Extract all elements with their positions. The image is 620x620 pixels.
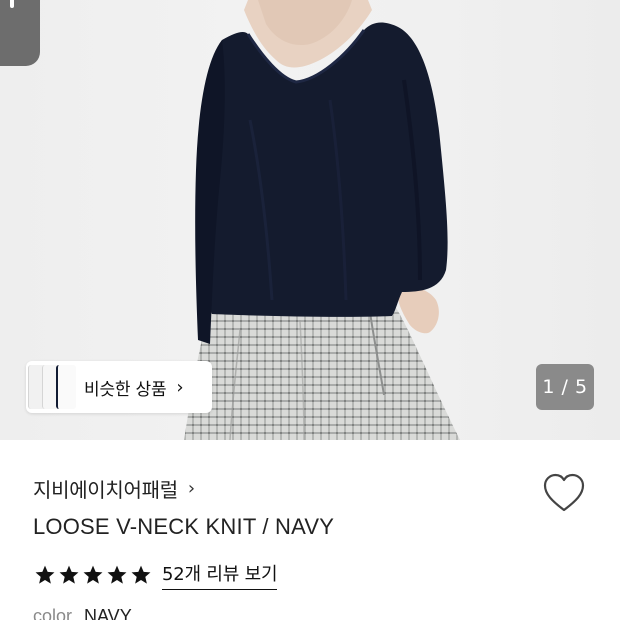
- star-icon: [83, 565, 103, 584]
- review-link[interactable]: 52개 리뷰 보기: [162, 560, 278, 590]
- brand-link[interactable]: 지비에이치어패럴 ›: [33, 474, 195, 503]
- rating-row: 52개 리뷰 보기: [34, 560, 278, 590]
- wishlist-heart-icon[interactable]: [542, 472, 586, 514]
- star-icon: [35, 565, 55, 584]
- chevron-right-icon: ›: [187, 478, 196, 499]
- star-icon: [107, 565, 127, 584]
- star-icon: [59, 565, 79, 584]
- option-label: color: [33, 606, 73, 620]
- similar-thumbnail: [56, 365, 76, 409]
- product-image[interactable]: 비슷한 상품 › 1 / 5: [0, 0, 620, 440]
- corner-tab: [0, 0, 40, 66]
- option-row: color NAVY: [33, 606, 132, 620]
- chevron-right-icon: ›: [176, 376, 184, 398]
- similar-products-button[interactable]: 비슷한 상품 ›: [26, 361, 212, 413]
- rating-stars: [34, 564, 152, 586]
- similar-products-label: 비슷한 상품: [84, 379, 167, 400]
- corner-mark-icon: [10, 0, 14, 8]
- brand-name: 지비에이치어패럴: [33, 478, 178, 502]
- product-title: LOOSE V-NECK KNIT / NAVY: [33, 514, 335, 539]
- option-value: NAVY: [84, 606, 132, 620]
- similar-thumbnails: [26, 361, 84, 413]
- star-icon: [131, 565, 151, 584]
- image-page-counter: 1 / 5: [536, 364, 594, 410]
